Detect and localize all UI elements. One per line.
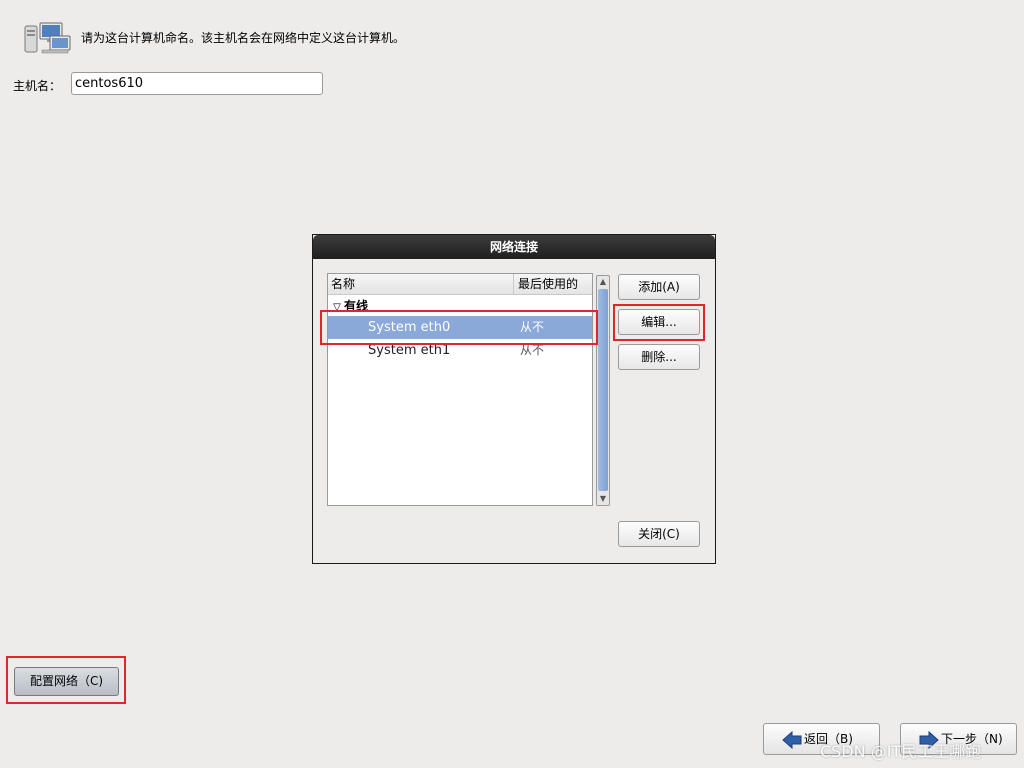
group-wired[interactable]: ▽ 有线 — [328, 296, 592, 316]
computers-network-icon — [22, 22, 72, 54]
configure-network-button[interactable]: 配置网络（C) — [14, 667, 119, 696]
column-header-last-used[interactable]: 最后使用的 — [514, 274, 592, 295]
connection-name: System eth1 — [368, 343, 451, 358]
delete-button[interactable]: 删除... — [618, 344, 700, 370]
close-button[interactable]: 关闭(C) — [618, 521, 700, 547]
group-label: 有线 — [344, 299, 369, 313]
edit-button[interactable]: 编辑... — [618, 309, 700, 335]
watermark: CSDN @IT民工王哪跑 — [820, 742, 982, 761]
connections-list[interactable]: 名称 最后使用的 ▽ 有线 System eth0 从不 System eth1 … — [327, 273, 593, 506]
hostname-label: 主机名： — [13, 79, 62, 93]
column-header-name[interactable]: 名称 — [328, 274, 514, 295]
connection-name: System eth0 — [368, 320, 451, 335]
hostname-input[interactable] — [71, 72, 323, 95]
scroll-down-icon[interactable]: ▼ — [597, 493, 609, 505]
add-button[interactable]: 添加(A) — [618, 274, 700, 300]
header-instruction: 请为这台计算机命名。该主机名会在网络中定义这台计算机。 — [81, 31, 406, 45]
expander-triangle-icon[interactable]: ▽ — [330, 298, 344, 318]
connection-last-used: 从不 — [520, 343, 545, 357]
connection-row-eth1[interactable]: System eth1 从不 — [328, 339, 592, 362]
scroll-up-icon[interactable]: ▲ — [597, 276, 609, 288]
network-connections-dialog: 网络连接 名称 最后使用的 ▽ 有线 System eth0 从不 System … — [312, 234, 716, 564]
list-scrollbar[interactable]: ▲ ▼ — [596, 275, 610, 506]
arrow-left-icon — [782, 730, 802, 750]
connection-row-eth0[interactable]: System eth0 从不 — [328, 316, 592, 339]
dialog-title: 网络连接 — [313, 235, 715, 259]
scroll-thumb[interactable] — [598, 289, 608, 491]
connection-last-used: 从不 — [520, 320, 545, 334]
